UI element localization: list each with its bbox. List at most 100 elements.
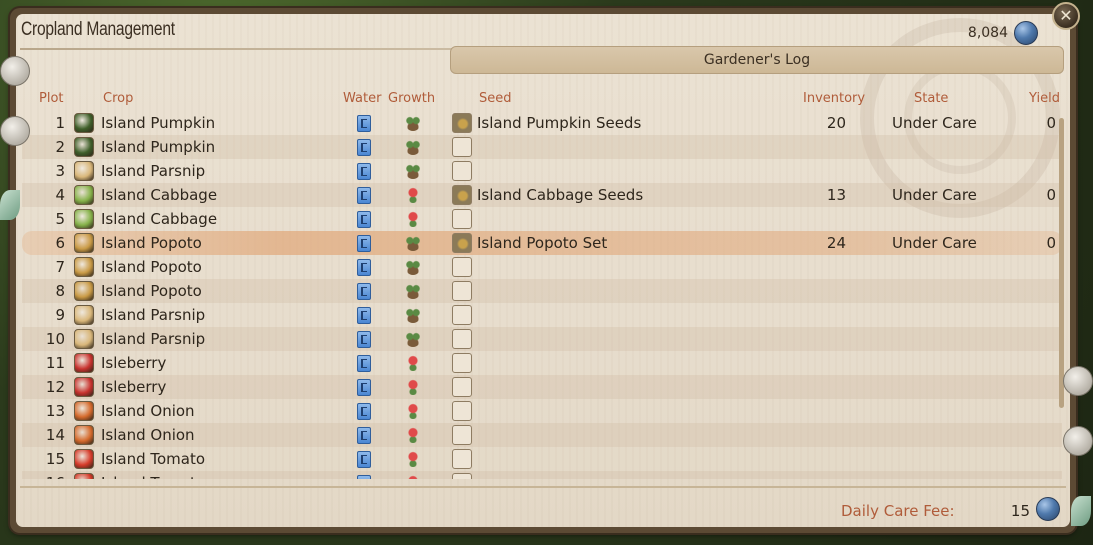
close-button[interactable]: ✕ — [1052, 2, 1080, 30]
water-icon[interactable] — [357, 163, 371, 180]
water-icon[interactable] — [357, 403, 371, 420]
plot-row[interactable]: 3 Island Parsnip — [22, 159, 1062, 183]
gardeners-log-button[interactable]: Gardener's Log — [450, 46, 1064, 74]
water-icon[interactable] — [357, 187, 371, 204]
seafarer-cowrie-icon — [1036, 497, 1060, 521]
water-icon[interactable] — [357, 331, 371, 348]
water-icon[interactable] — [357, 211, 371, 228]
cropland-management-window: ✕ Cropland Management 8,084 Gardener's L… — [10, 2, 1080, 533]
crop-name: Island Popoto — [101, 282, 202, 300]
seed-inventory — [792, 159, 846, 183]
column-header-crop[interactable]: Crop — [103, 91, 133, 106]
growth-flower-icon — [405, 451, 421, 467]
plot-row[interactable]: 4 Island Cabbage Island Cabbage Seeds 13 Und… — [22, 183, 1062, 207]
water-icon[interactable] — [357, 235, 371, 252]
water-icon[interactable] — [357, 307, 371, 324]
plot-row[interactable]: 12 Isleberry — [22, 375, 1062, 399]
water-icon[interactable] — [357, 115, 371, 132]
window-title: Cropland Management — [21, 19, 175, 40]
plot-yield — [1022, 159, 1056, 183]
plot-row[interactable]: 15 Island Tomato — [22, 447, 1062, 471]
column-header-water[interactable]: Water — [343, 91, 381, 106]
cabbage-icon — [74, 209, 94, 229]
water-icon[interactable] — [357, 451, 371, 468]
plot-number: 7 — [55, 258, 65, 276]
growth-sprout-icon — [405, 115, 421, 131]
plot-row[interactable]: 11 Isleberry — [22, 351, 1062, 375]
plot-yield: 0 — [1046, 234, 1056, 252]
crop-name: Island Onion — [101, 402, 195, 420]
seed-slot[interactable] — [452, 449, 472, 469]
plot-row[interactable]: 5 Island Cabbage — [22, 207, 1062, 231]
seed-slot[interactable] — [452, 353, 472, 373]
column-header-seed[interactable]: Seed — [479, 91, 512, 106]
seed-slot[interactable] — [452, 257, 472, 277]
plot-row[interactable]: 1 Island Pumpkin Island Pumpkin Seeds 20 Und… — [22, 111, 1062, 135]
seed-slot[interactable] — [452, 137, 472, 157]
popoto-icon — [74, 257, 94, 277]
plot-list-scrollbar[interactable] — [1059, 118, 1064, 408]
plot-number: 16 — [22, 471, 65, 479]
plot-row[interactable]: 10 Island Parsnip — [22, 327, 1062, 351]
isleberry-icon — [74, 377, 94, 397]
tomato-icon — [74, 473, 94, 479]
plot-yield — [1022, 327, 1056, 351]
growth-sprout-icon — [405, 163, 421, 179]
crop-name: Island Parsnip — [101, 330, 206, 348]
water-icon[interactable] — [357, 139, 371, 156]
pumpkin-icon — [74, 137, 94, 157]
plot-yield — [1022, 375, 1056, 399]
plot-yield — [1022, 207, 1056, 231]
water-icon[interactable] — [357, 283, 371, 300]
seed-inventory — [792, 351, 846, 375]
currency-display: 8,084 — [968, 21, 1038, 45]
column-header-plot[interactable]: Plot — [39, 91, 64, 106]
window-ornament — [1063, 366, 1093, 396]
plot-row[interactable]: 8 Island Popoto — [22, 279, 1062, 303]
column-header-state[interactable]: State — [914, 91, 948, 106]
plot-row[interactable]: 2 Island Pumpkin — [22, 135, 1062, 159]
water-icon[interactable] — [357, 427, 371, 444]
seed-name: Island Popoto Set — [477, 234, 608, 252]
growth-sprout-icon — [405, 331, 421, 347]
crop-name: Island Tomato — [101, 450, 206, 468]
column-header-inventory[interactable]: Inventory — [803, 91, 865, 106]
seed-slot[interactable] — [452, 401, 472, 421]
plot-row[interactable]: 16 Island Tomato — [22, 471, 1062, 479]
seed-slot[interactable] — [452, 377, 472, 397]
growth-sprout-icon — [405, 235, 421, 251]
water-icon[interactable] — [357, 379, 371, 396]
column-header-growth[interactable]: Growth — [388, 91, 435, 106]
popoto-icon — [74, 233, 94, 253]
seed-inventory: 20 — [826, 114, 846, 132]
seed-slot[interactable] — [452, 329, 472, 349]
growth-sprout-icon — [405, 307, 421, 323]
onion-icon — [74, 425, 94, 445]
plot-row[interactable]: 14 Island Onion — [22, 423, 1062, 447]
seed-slot[interactable] — [452, 473, 472, 479]
plot-state: Under Care — [892, 186, 977, 204]
seed-slot[interactable] — [452, 425, 472, 445]
crop-name: Island Popoto — [101, 258, 202, 276]
seed-icon[interactable] — [452, 113, 472, 133]
seed-slot[interactable] — [452, 209, 472, 229]
water-icon[interactable] — [357, 355, 371, 372]
seed-slot[interactable] — [452, 305, 472, 325]
seed-icon[interactable] — [452, 185, 472, 205]
seafarer-cowrie-icon — [1014, 21, 1038, 45]
seed-name: Island Cabbage Seeds — [477, 186, 644, 204]
plot-number: 15 — [45, 450, 65, 468]
seed-slot[interactable] — [452, 161, 472, 181]
column-header-yield[interactable]: Yield — [1029, 91, 1060, 106]
crop-name: Isleberry — [101, 354, 167, 372]
water-icon[interactable] — [357, 475, 371, 479]
crop-name: Island Parsnip — [101, 306, 206, 324]
plot-row[interactable]: 13 Island Onion — [22, 399, 1062, 423]
seed-slot[interactable] — [452, 281, 472, 301]
plot-row[interactable]: 9 Island Parsnip — [22, 303, 1062, 327]
seed-icon[interactable] — [452, 233, 472, 253]
onion-icon — [74, 401, 94, 421]
water-icon[interactable] — [357, 259, 371, 276]
plot-row[interactable]: 7 Island Popoto — [22, 255, 1062, 279]
plot-row[interactable]: 6 Island Popoto Island Popoto Set 24 Under C… — [22, 231, 1062, 255]
